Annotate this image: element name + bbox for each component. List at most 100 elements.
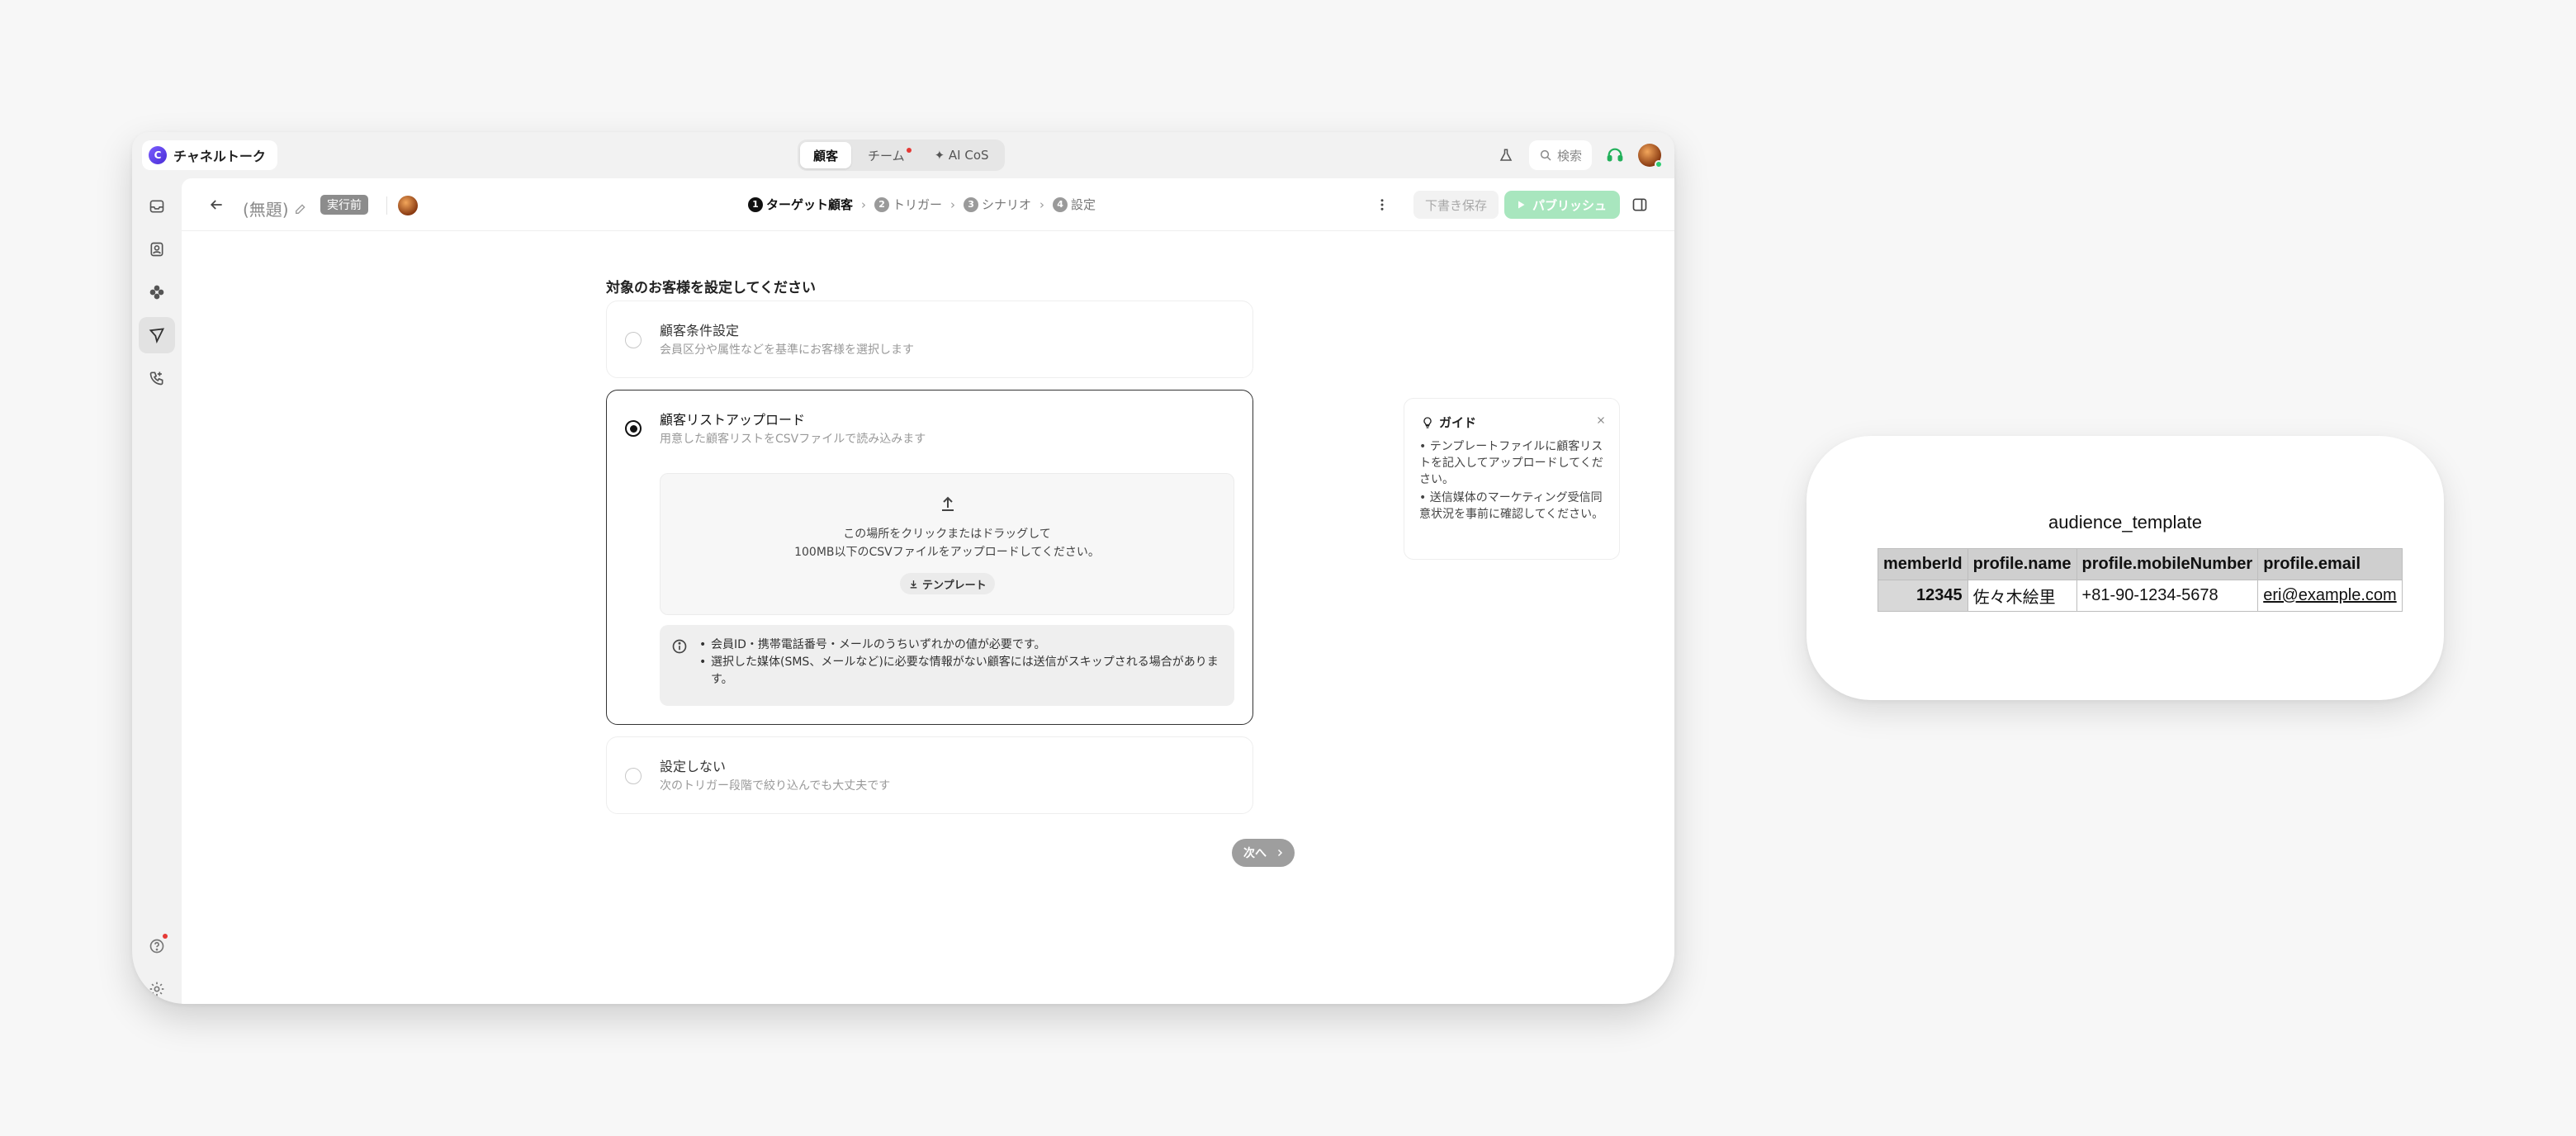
- phone-icon: [149, 372, 163, 386]
- table-cell-member-id: 12345: [1878, 580, 1968, 612]
- headset-icon: [1607, 148, 1623, 162]
- column-header: profile.name: [1967, 548, 2077, 580]
- campaign-title[interactable]: (無題): [243, 196, 307, 220]
- dropzone-limit: 100MB以下のCSVファイルをアップロードしてください。: [794, 546, 1100, 559]
- radio-customer-list-upload[interactable]: [625, 420, 642, 437]
- step-label: シナリオ: [982, 197, 1032, 212]
- csv-dropzone[interactable]: この場所をクリックまたはドラッグして 100MB以下のCSVファイルをアップロー…: [660, 473, 1234, 615]
- notification-dot: [163, 934, 168, 939]
- guide-close-button[interactable]: [1593, 412, 1609, 428]
- sidebar-item-settings[interactable]: [139, 971, 175, 1004]
- sidebar-panel-icon: [1632, 198, 1647, 211]
- status-badge: 実行前: [320, 195, 368, 215]
- table-cell-mobile: +81-90-1234-5678: [2076, 580, 2259, 612]
- column-header: profile.email: [2257, 548, 2403, 580]
- top-bar: C チャネルトーク 顧客 チーム ✦ AI CoS 検索: [132, 132, 1674, 178]
- chevron-right-icon: ›: [950, 196, 956, 212]
- option-label: 顧客リストアップロード: [660, 412, 806, 428]
- sidebar-item-contacts[interactable]: [139, 231, 175, 267]
- radio-customer-conditions[interactable]: [625, 332, 642, 348]
- step-target[interactable]: 1 ターゲット顧客: [748, 196, 853, 213]
- user-avatar[interactable]: [1638, 144, 1663, 168]
- chevron-right-icon: ›: [1039, 196, 1045, 212]
- app-window: C チャネルトーク 顧客 チーム ✦ AI CoS 検索 (無題) 実行前 1 …: [132, 132, 1674, 1004]
- guide-header: ガイド: [1421, 414, 1476, 431]
- step-number: 3: [964, 196, 979, 212]
- option-description: 会員区分や属性などを基準にお客様を選択します: [660, 343, 914, 357]
- sidebar-item-integrations[interactable]: [139, 274, 175, 310]
- step-scenario[interactable]: 3 シナリオ: [964, 196, 1031, 213]
- next-button[interactable]: 次へ: [1232, 839, 1295, 867]
- notice-list: 会員ID・携帯電話番号・メールのうちいずれかの値が必要です。 選択した媒体(SM…: [698, 637, 1226, 689]
- download-template-button[interactable]: テンプレート: [900, 573, 995, 594]
- template-file-title: audience_template: [2048, 512, 2202, 532]
- guide-body: • テンプレートファイルに顧客リストを記入してアップロードしてください。 • 送…: [1419, 438, 1609, 524]
- tab-label: チーム: [868, 148, 905, 163]
- lightbulb-icon: [1423, 416, 1432, 428]
- option-no-setting[interactable]: 設定しない 次のトリガー段階で絞り込んでも大丈夫です: [606, 736, 1253, 814]
- back-button[interactable]: [201, 190, 231, 220]
- close-icon: [1598, 417, 1604, 424]
- side-panel-toggle[interactable]: [1627, 192, 1653, 218]
- tab-customers[interactable]: 顧客: [800, 142, 852, 168]
- sidebar-item-campaign[interactable]: [139, 317, 175, 353]
- play-icon: [1518, 201, 1525, 209]
- upload-icon: [942, 496, 954, 511]
- table-cell-name: 佐々木絵里: [1967, 580, 2077, 612]
- step-label: ターゲット顧客: [766, 197, 854, 212]
- more-vertical-icon: [1380, 199, 1384, 211]
- step-settings[interactable]: 4 設定: [1053, 196, 1096, 213]
- option-label: 設定しない: [660, 759, 727, 774]
- tab-team[interactable]: チーム: [855, 142, 918, 168]
- tab-ai-cos[interactable]: ✦ AI CoS: [921, 142, 1002, 168]
- editor-toolbar: (無題) 実行前 1 ターゲット顧客 › 2 トリガー › 3 シナリオ › 4…: [182, 178, 1674, 231]
- save-draft-button[interactable]: 下書き保存: [1413, 191, 1499, 219]
- arrow-left-icon: [210, 200, 222, 210]
- lab-button[interactable]: [1491, 140, 1521, 170]
- dropzone-instruction: この場所をクリックまたはドラッグして: [843, 528, 1051, 541]
- sidebar: [132, 178, 182, 1004]
- step-label: トリガー: [893, 197, 943, 212]
- publish-button[interactable]: パブリッシュ: [1504, 191, 1621, 219]
- support-button[interactable]: [1600, 140, 1630, 170]
- page-title: 対象のお客様を設定してください: [606, 280, 816, 296]
- template-table: memberId profile.name profile.mobileNumb…: [1878, 548, 2403, 612]
- owner-avatar[interactable]: [398, 196, 418, 215]
- info-icon: [672, 639, 687, 654]
- search-input[interactable]: 検索: [1528, 140, 1592, 170]
- campaign-title-text: (無題): [243, 200, 289, 220]
- column-header: profile.mobileNumber: [2076, 548, 2259, 580]
- more-options-button[interactable]: [1369, 192, 1395, 218]
- notice-item: 選択した媒体(SMS、メールなど)に必要な情報がない顧客には送信がスキップされる…: [698, 654, 1226, 689]
- table-cell-email: eri@example.com: [2257, 580, 2403, 612]
- email-link: eri@example.com: [2263, 586, 2397, 604]
- option-customer-conditions[interactable]: 顧客条件設定 会員区分や属性などを基準にお客様を選択します: [606, 301, 1253, 378]
- sidebar-item-inbox[interactable]: [139, 188, 175, 225]
- option-description: 用意した顧客リストをCSVファイルで読み込みます: [660, 433, 926, 446]
- step-trigger[interactable]: 2 トリガー: [874, 196, 942, 213]
- option-customer-list-upload[interactable]: 顧客リストアップロード 用意した顧客リストをCSVファイルで読み込みます この場…: [606, 390, 1253, 725]
- option-label: 顧客条件設定: [660, 323, 740, 338]
- workspace-switcher[interactable]: C チャネルトーク: [142, 140, 277, 170]
- settings-icon: [149, 982, 164, 996]
- sidebar-item-help[interactable]: [139, 928, 175, 964]
- online-status-dot: [1655, 160, 1663, 168]
- guide-title: ガイド: [1439, 415, 1477, 430]
- search-icon: [1540, 149, 1551, 161]
- notification-dot: [906, 148, 912, 153]
- sidebar-item-phone[interactable]: [139, 360, 175, 396]
- download-icon: [910, 580, 917, 588]
- top-right-actions: 検索: [1491, 140, 1663, 170]
- template-label: テンプレート: [922, 579, 987, 592]
- integrations-icon: [149, 285, 164, 300]
- campaign-icon: [149, 328, 165, 343]
- contacts-icon: [150, 242, 163, 257]
- chevron-right-icon: ›: [861, 196, 867, 212]
- radio-no-setting[interactable]: [625, 768, 642, 784]
- inbox-icon: [149, 200, 164, 213]
- top-nav-tabs: 顧客 チーム ✦ AI CoS: [798, 140, 1005, 171]
- guide-panel: ガイド • テンプレートファイルに顧客リストを記入してアップロードしてください。…: [1404, 398, 1620, 560]
- step-number: 1: [748, 196, 763, 212]
- step-label: 設定: [1071, 197, 1096, 212]
- guide-item: • テンプレートファイルに顧客リストを記入してアップロードしてください。: [1419, 440, 1603, 486]
